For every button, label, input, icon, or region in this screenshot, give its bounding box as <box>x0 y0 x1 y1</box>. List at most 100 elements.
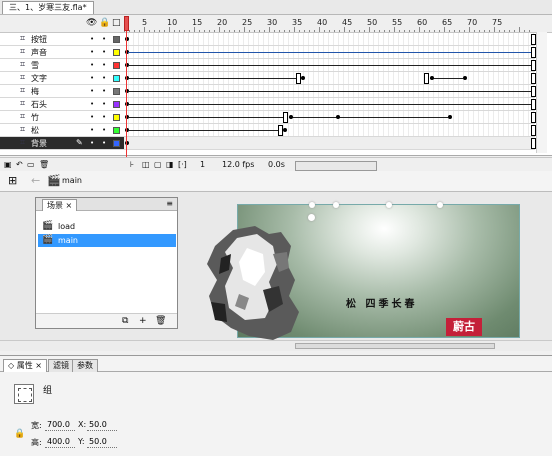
stage-area[interactable]: 松 四季长春 蔚古 场景 × ≡ 🎬 load 🎬 main ⧉ + 🗑 <box>0 192 552 340</box>
keyframe[interactable] <box>289 115 293 119</box>
layer-color-swatch[interactable] <box>113 127 120 134</box>
layer-name-cell[interactable]: ⌗ 声音 • • <box>0 46 124 59</box>
layer-row[interactable]: ⌗ 梅 • • <box>0 85 552 98</box>
visibility-dot[interactable]: • <box>90 113 94 121</box>
keyframe[interactable] <box>283 112 288 123</box>
keyframe[interactable] <box>463 76 467 80</box>
layer-frames[interactable] <box>124 59 536 72</box>
playhead[interactable] <box>124 15 129 165</box>
visibility-dot[interactable]: • <box>90 87 94 95</box>
lock-dot[interactable]: • <box>102 35 106 43</box>
layer-row[interactable]: ⌗ 声音 • • <box>0 46 552 59</box>
keyframe[interactable] <box>424 73 429 84</box>
document-tab[interactable]: 三、1、岁寒三友.fla* <box>2 1 94 14</box>
lock-dot[interactable]: • <box>102 74 106 82</box>
lock-dot[interactable]: • <box>102 61 106 69</box>
scene-list-item[interactable]: 🎬 main <box>38 234 176 247</box>
layer-name-cell[interactable]: ⌗ 文字 • • <box>0 72 124 85</box>
visibility-dot[interactable]: • <box>90 139 94 147</box>
layer-name-cell[interactable]: ⌗ 背景 ✎ • • <box>0 137 124 150</box>
lock-dot[interactable]: • <box>102 87 106 95</box>
keyframe[interactable] <box>283 128 287 132</box>
keyframe[interactable] <box>336 115 340 119</box>
scene-list-item[interactable]: 🎬 load <box>38 220 176 233</box>
frame-rate[interactable]: 12.0 fps <box>222 160 254 169</box>
layer-row[interactable]: ⌗ 雪 • • <box>0 59 552 72</box>
layer-color-swatch[interactable] <box>113 75 120 82</box>
panel-menu-icon[interactable]: ≡ <box>166 199 173 208</box>
visibility-dot[interactable]: • <box>90 100 94 108</box>
layer-row[interactable]: ⌗ 按钮 • • <box>0 33 552 46</box>
layer-frames[interactable] <box>124 137 536 150</box>
keyframe[interactable] <box>301 76 305 80</box>
onion-outline-icon[interactable]: ▢ <box>154 160 162 169</box>
tab-filters[interactable]: 滤镜 <box>48 359 74 372</box>
layer-name-cell[interactable]: ⌗ 梅 • • <box>0 85 124 98</box>
lock-dot[interactable]: • <box>102 126 106 134</box>
y-field[interactable]: 50.0 <box>87 436 117 448</box>
outline-icon[interactable]: □ <box>112 18 121 28</box>
height-field[interactable]: 400.0 <box>45 436 75 448</box>
layer-frames[interactable] <box>124 124 536 137</box>
stage-horizontal-scrollbar[interactable] <box>0 340 552 351</box>
tab-properties[interactable]: ◇ 属性 × <box>3 359 47 372</box>
layer-color-swatch[interactable] <box>113 62 120 69</box>
layer-row[interactable]: ⌗ 竹 • • <box>0 111 552 124</box>
lock-dot[interactable]: • <box>102 100 106 108</box>
delete-scene-icon[interactable]: 🗑 <box>155 316 166 326</box>
trash-icon[interactable]: 🗑 <box>39 160 49 169</box>
center-frame-icon[interactable]: ⊦ <box>130 160 134 169</box>
layer-name-cell[interactable]: ⌗ 石头 • • <box>0 98 124 111</box>
timeline-vertical-scrollbar[interactable] <box>536 32 547 153</box>
layer-frames[interactable] <box>124 111 536 124</box>
constrain-lock-icon[interactable]: 🔒 <box>14 429 25 439</box>
keyframe[interactable] <box>430 76 434 80</box>
duplicate-scene-icon[interactable]: ⧉ <box>122 316 128 326</box>
motion-guide-icon[interactable]: ↶ <box>16 160 23 169</box>
keyframe[interactable] <box>448 115 452 119</box>
onion-skin-icon[interactable]: ◫ <box>142 160 150 169</box>
layer-color-swatch[interactable] <box>113 36 120 43</box>
layer-row[interactable]: ⌗ 背景 ✎ • • <box>0 137 552 150</box>
scene-panel-titlebar[interactable]: 场景 × ≡ <box>36 198 177 211</box>
layer-color-swatch[interactable] <box>113 88 120 95</box>
layer-frames[interactable] <box>124 46 536 59</box>
x-field[interactable]: 50.0 <box>87 419 117 431</box>
visibility-dot[interactable]: • <box>90 35 94 43</box>
eye-icon[interactable]: 👁 <box>86 18 97 28</box>
layer-row[interactable]: ⌗ 石头 • • <box>0 98 552 111</box>
visibility-dot[interactable]: • <box>90 48 94 56</box>
scene-panel-tab[interactable]: 场景 × <box>42 199 78 211</box>
layer-name-cell[interactable]: ⌗ 雪 • • <box>0 59 124 72</box>
layer-color-swatch[interactable] <box>113 49 120 56</box>
width-field[interactable]: 700.0 <box>45 419 75 431</box>
lock-icon[interactable]: 🔒 <box>99 18 110 28</box>
layer-name-cell[interactable]: ⌗ 竹 • • <box>0 111 124 124</box>
visibility-dot[interactable]: • <box>90 74 94 82</box>
edit-multiple-frames-icon[interactable]: ◨ <box>166 160 174 169</box>
lock-dot[interactable]: • <box>102 139 106 147</box>
layer-color-swatch[interactable] <box>113 114 120 121</box>
add-scene-icon[interactable]: + <box>139 316 147 326</box>
tab-parameters[interactable]: 参数 <box>72 359 98 372</box>
lock-dot[interactable]: • <box>102 48 106 56</box>
layer-name-cell[interactable]: ⌗ 按钮 • • <box>0 33 124 46</box>
back-arrow-icon[interactable]: ← <box>31 174 40 187</box>
visibility-dot[interactable]: • <box>90 61 94 69</box>
visibility-dot[interactable]: • <box>90 126 94 134</box>
onion-markers-icon[interactable]: [·] <box>178 160 187 169</box>
timeline-hscroll[interactable] <box>295 161 377 171</box>
layer-frames[interactable] <box>124 85 536 98</box>
insert-layer-icon[interactable]: ▣ <box>4 160 12 169</box>
layer-frames[interactable] <box>124 98 536 111</box>
layer-row[interactable]: ⌗ 松 • • <box>0 124 552 137</box>
lock-dot[interactable]: • <box>102 113 106 121</box>
layer-name-cell[interactable]: ⌗ 松 • • <box>0 124 124 137</box>
layer-color-swatch[interactable] <box>113 140 120 147</box>
timeline-toggle-icon[interactable]: ⊞ <box>8 174 17 187</box>
layer-frames[interactable] <box>124 33 536 46</box>
insert-folder-icon[interactable]: ▭ <box>27 160 35 169</box>
layer-color-swatch[interactable] <box>113 101 120 108</box>
layer-frames[interactable] <box>124 72 536 85</box>
layer-row[interactable]: ⌗ 文字 • • <box>0 72 552 85</box>
